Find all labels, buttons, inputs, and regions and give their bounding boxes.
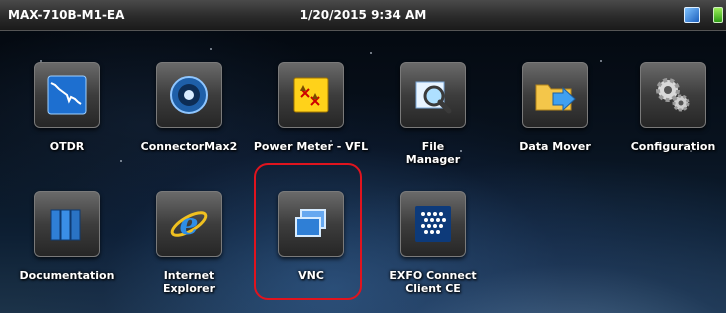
ie-icon: e (156, 191, 222, 257)
app-label-line1: File (421, 140, 445, 153)
vnc-highlight-outline (254, 163, 362, 300)
battery-icon (713, 7, 723, 23)
status-bar: MAX-710B-M1-EA 1/20/2015 9:34 AM (0, 0, 726, 31)
connector-icon (156, 62, 222, 128)
app-label: Configuration (630, 140, 716, 153)
app-connectormax2[interactable]: ConnectorMax2 (128, 62, 250, 153)
app-label: ConnectorMax2 (140, 140, 238, 153)
svg-text:e: e (179, 207, 198, 242)
folder-arrow-icon (522, 62, 588, 128)
app-label-line2: Explorer (162, 282, 216, 295)
app-data-mover[interactable]: Data Mover (494, 62, 616, 153)
app-power-meter[interactable]: Power Meter - VFL (250, 62, 372, 153)
app-exfo-connect[interactable]: EXFO Connect Client CE (372, 191, 494, 295)
app-label: OTDR (49, 140, 85, 153)
power-meter-icon (278, 62, 344, 128)
app-documentation[interactable]: Documentation (6, 191, 128, 282)
app-label-line2: Manager (405, 153, 461, 166)
app-label: Power Meter - VFL (253, 140, 369, 153)
app-label: Data Mover (519, 140, 591, 153)
app-otdr[interactable]: OTDR (6, 62, 128, 153)
exfo-connect-icon (400, 191, 466, 257)
binders-icon (34, 191, 100, 257)
app-internet-explorer[interactable]: e Internet Explorer (128, 191, 250, 295)
window-switch-icon[interactable] (684, 7, 700, 23)
app-label-line1: Internet (163, 269, 215, 282)
app-label: EXFO Connect Client CE (372, 269, 494, 295)
gears-icon (640, 62, 706, 128)
app-label: Internet Explorer (128, 269, 250, 295)
otdr-trace-icon (34, 62, 100, 128)
app-label: File Manager (372, 140, 494, 166)
magnifier-icon (400, 62, 466, 128)
app-label-line1: EXFO Connect (389, 269, 477, 282)
app-label: Documentation (19, 269, 115, 282)
date-time: 1/20/2015 9:34 AM (299, 8, 427, 22)
app-label-line2: Client CE (405, 282, 461, 295)
app-configuration[interactable]: Configuration (612, 62, 726, 153)
app-file-manager[interactable]: File Manager (372, 62, 494, 166)
